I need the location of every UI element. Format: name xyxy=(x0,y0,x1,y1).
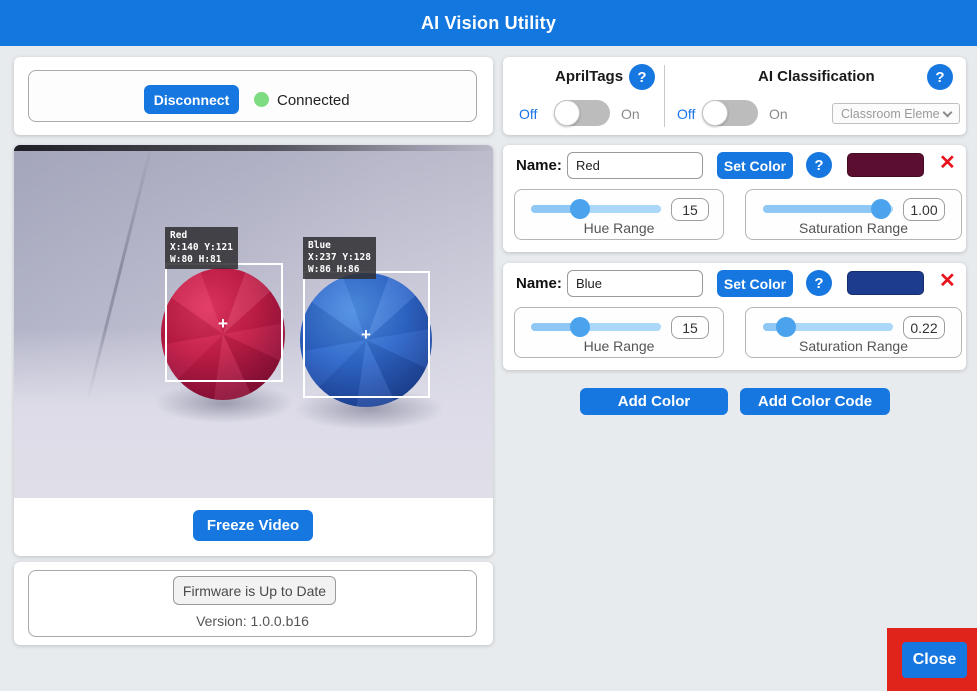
red-detection-size: W:80 H:81 xyxy=(170,254,233,266)
hue-range-caption-blue: Hue Range xyxy=(515,338,723,354)
apriltags-on-label: On xyxy=(621,106,640,122)
sat-slider-fill-red xyxy=(763,205,881,213)
red-detection-label: Red X:140 Y:121 W:80 H:81 xyxy=(165,227,238,269)
freeze-video-button[interactable]: Freeze Video xyxy=(193,510,313,541)
features-card: AprilTags ? Off On AI Classification ? O… xyxy=(503,57,966,135)
sat-value-red: 1.00 xyxy=(903,198,945,221)
apriltags-label: AprilTags xyxy=(555,68,623,85)
sat-slider-track-blue[interactable] xyxy=(763,323,893,331)
hue-range-caption-red: Hue Range xyxy=(515,220,723,236)
color-row-red: Name: Set Color ? ✕ 15 Hue Range 1.00 Sa… xyxy=(503,145,966,252)
ai-classification-label: AI Classification xyxy=(758,68,875,85)
page-title: AI Vision Utility xyxy=(421,13,556,34)
ai-classification-help-icon[interactable]: ? xyxy=(927,64,953,90)
sat-slider-track-red[interactable] xyxy=(763,205,893,213)
hue-slider-thumb-blue[interactable] xyxy=(570,317,590,337)
red-crosshair-icon: + xyxy=(218,314,228,334)
add-color-code-button[interactable]: Add Color Code xyxy=(740,388,890,415)
red-detection-pos: X:140 Y:121 xyxy=(170,242,233,254)
camera-video-feed: + Red X:140 Y:121 W:80 H:81 + Blue X:237… xyxy=(14,145,493,498)
hue-slider-thumb-red[interactable] xyxy=(570,199,590,219)
blue-crosshair-icon: + xyxy=(361,325,371,345)
classification-model-value: Classroom Elements xyxy=(841,107,940,121)
classification-model-dropdown[interactable]: Classroom Elements xyxy=(832,103,960,124)
set-color-help-icon-blue[interactable]: ? xyxy=(806,270,832,296)
blue-detection-pos: X:237 Y:128 xyxy=(308,252,371,264)
delete-color-icon-blue[interactable]: ✕ xyxy=(939,271,956,291)
chevron-down-icon xyxy=(943,107,953,117)
firmware-box: Firmware is Up to Date Version: 1.0.0.b1… xyxy=(28,570,477,637)
apriltags-off-label: Off xyxy=(519,106,537,122)
hue-slider-track-red[interactable] xyxy=(531,205,661,213)
blue-detection-label: Blue X:237 Y:128 W:86 H:86 xyxy=(303,237,376,279)
color-name-input-blue[interactable] xyxy=(567,270,703,297)
saturation-range-group-blue: 0.22 Saturation Range xyxy=(745,307,962,358)
set-color-help-icon-red[interactable]: ? xyxy=(806,152,832,178)
close-button[interactable]: Close xyxy=(902,642,967,678)
set-color-button-red[interactable]: Set Color xyxy=(717,152,793,179)
color-swatch-red xyxy=(847,153,924,177)
blue-detection-size: W:86 H:86 xyxy=(308,264,371,276)
connection-status-icon xyxy=(254,92,269,107)
firmware-card: Firmware is Up to Date Version: 1.0.0.b1… xyxy=(14,562,493,645)
set-color-button-blue[interactable]: Set Color xyxy=(717,270,793,297)
sat-slider-thumb-red[interactable] xyxy=(871,199,891,219)
ai-classification-toggle[interactable] xyxy=(702,100,758,126)
camera-card: + Red X:140 Y:121 W:80 H:81 + Blue X:237… xyxy=(14,145,493,556)
apriltags-toggle-knob xyxy=(554,100,580,126)
ai-classification-on-label: On xyxy=(769,106,788,122)
blue-detection-name: Blue xyxy=(308,240,371,252)
features-divider xyxy=(664,65,665,127)
name-label: Name: xyxy=(516,157,562,174)
connection-card: Disconnect Connected xyxy=(14,57,493,135)
disconnect-button[interactable]: Disconnect xyxy=(144,85,239,114)
sat-range-caption-red: Saturation Range xyxy=(746,220,961,236)
hue-range-group-blue: 15 Hue Range xyxy=(514,307,724,358)
color-name-input-red[interactable] xyxy=(567,152,703,179)
color-swatch-blue xyxy=(847,271,924,295)
ai-vision-utility-window: AI Vision Utility Disconnect Connected A… xyxy=(0,0,977,691)
sat-range-caption-blue: Saturation Range xyxy=(746,338,961,354)
color-row-blue: Name: Set Color ? ✕ 15 Hue Range 0.22 Sa… xyxy=(503,263,966,370)
firmware-version-label: Version: 1.0.0.b16 xyxy=(29,613,476,629)
apriltags-help-icon[interactable]: ? xyxy=(629,64,655,90)
hue-value-red: 15 xyxy=(671,198,709,221)
saturation-range-group-red: 1.00 Saturation Range xyxy=(745,189,962,240)
add-color-button[interactable]: Add Color xyxy=(580,388,728,415)
connection-status-label: Connected xyxy=(277,92,350,109)
connection-box: Disconnect Connected xyxy=(28,70,477,122)
hue-value-blue: 15 xyxy=(671,316,709,339)
sat-slider-thumb-blue[interactable] xyxy=(776,317,796,337)
name-label: Name: xyxy=(516,275,562,292)
ai-classification-off-label: Off xyxy=(677,106,695,122)
delete-color-icon-red[interactable]: ✕ xyxy=(939,153,956,173)
red-detection-name: Red xyxy=(170,230,233,242)
ai-classification-toggle-knob xyxy=(702,100,728,126)
sat-value-blue: 0.22 xyxy=(903,316,945,339)
title-bar: AI Vision Utility xyxy=(0,0,977,46)
apriltags-toggle[interactable] xyxy=(554,100,610,126)
hue-range-group-red: 15 Hue Range xyxy=(514,189,724,240)
hue-slider-track-blue[interactable] xyxy=(531,323,661,331)
firmware-status-button[interactable]: Firmware is Up to Date xyxy=(173,576,336,605)
